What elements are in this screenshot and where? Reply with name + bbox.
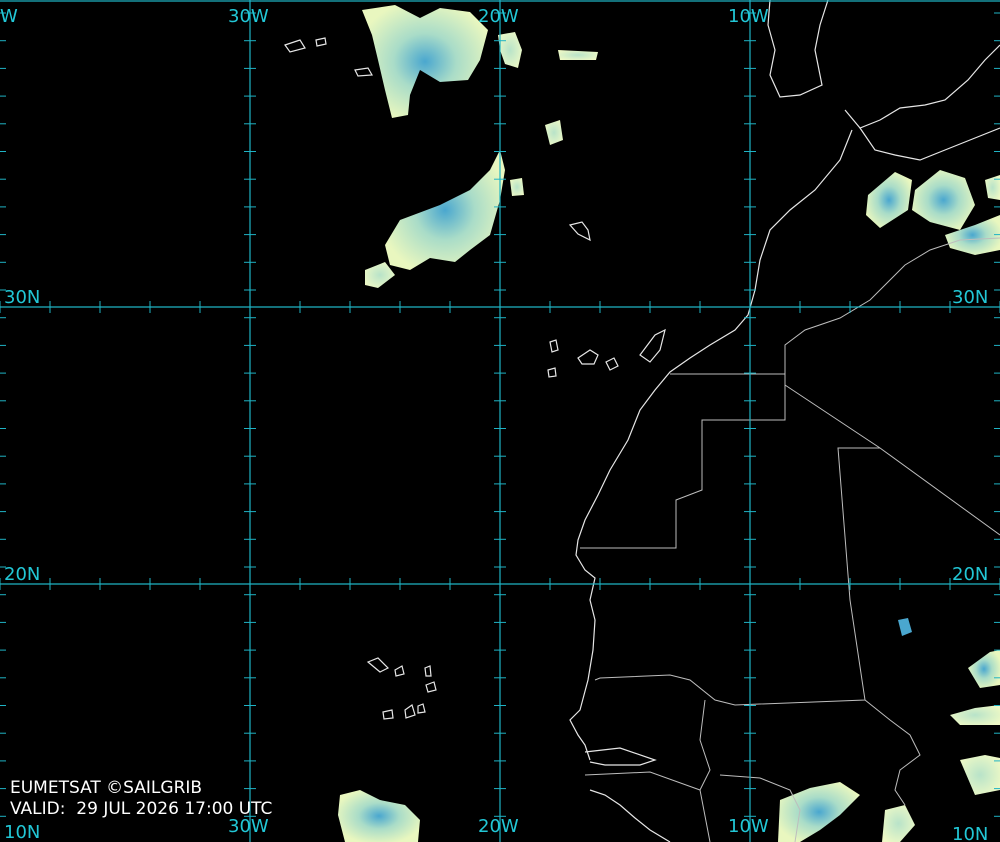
label-lon-bottom-20w: 20W: [478, 816, 519, 837]
cloud-mass-north-east: [498, 32, 522, 68]
label-lat-right-20n: 20N: [952, 564, 988, 585]
mali-east-border: [864, 699, 921, 806]
valid-label: VALID:: [10, 799, 66, 819]
valid-time-line: VALID: 29 JUL 2026 17:00 UTC: [10, 799, 272, 820]
mali-mauritania-border: [594, 447, 880, 706]
label-lat-left-30n: 30N: [4, 287, 40, 308]
cloud-atlas-1: [866, 172, 912, 228]
grid-labels: W 30W 20W 10W 30N 30N 20N 20N 10N 30W 20…: [0, 6, 988, 842]
cloud-south-west: [338, 790, 420, 842]
azores-3: [354, 67, 373, 77]
cape-verde-4: [425, 681, 437, 693]
cape-verde-2: [394, 665, 405, 677]
source-credit: EUMETSAT ©SAILGRIB: [10, 778, 203, 798]
label-lat-right-10n: 10N: [952, 824, 988, 842]
cloud-small-2: [510, 178, 524, 196]
label-lon-top-10w: 10W: [728, 6, 769, 27]
canary-island-5: [547, 367, 557, 378]
guinea-coast: [589, 789, 671, 842]
cloud-layer: [338, 5, 1000, 842]
madeira: [568, 221, 591, 242]
cloud-sahara-spot: [898, 618, 912, 636]
cloud-sahel-mid: [950, 705, 1000, 725]
cape-verde-5: [382, 709, 394, 720]
algeria-mauritania-border: [784, 384, 1000, 536]
gambia-river: [584, 747, 657, 766]
western-sahara-border: [580, 373, 786, 549]
cape-verde-6: [404, 704, 416, 719]
label-lat-right-30n: 30N: [952, 287, 988, 308]
north-africa-coast: [859, 127, 1000, 161]
iberia-coast: [767, 0, 829, 98]
cloud-small-3: [558, 50, 598, 60]
mediterranean-coast: [844, 44, 1000, 129]
azores-1: [284, 39, 306, 53]
label-lon-bottom-10w: 10W: [728, 816, 769, 837]
canary-island-3: [605, 357, 619, 371]
label-lat-left-20n: 20N: [4, 564, 40, 585]
senegal-guinea-border: [584, 771, 701, 791]
valid-datetime: 29 JUL 2026 17:00 UTC: [76, 799, 273, 819]
lat-lon-grid: [0, 0, 1000, 842]
cloud-sahel-east: [968, 650, 1000, 688]
coastline-layer: [284, 0, 1000, 842]
cloud-south-east-2: [882, 805, 915, 842]
label-lat-left-10n: 10N: [4, 822, 40, 842]
canary-island-4: [639, 328, 666, 363]
canary-island-1: [549, 339, 559, 353]
cape-verde-1: [366, 657, 390, 673]
cape-verde-3: [424, 665, 432, 677]
border-layer: [580, 237, 1000, 842]
label-lon-top-30w: 30W: [228, 6, 269, 27]
cloud-mass-central: [385, 150, 505, 270]
cape-verde-7: [417, 703, 426, 714]
cloud-mass-north: [362, 5, 488, 118]
image-credit: EUMETSAT ©SAILGRIB VALID: 29 JUL 2026 17…: [10, 778, 272, 820]
label-lon-top-w: W: [0, 6, 18, 27]
senegal-mali-border: [699, 699, 711, 842]
label-lon-top-20w: 20W: [478, 6, 519, 27]
azores-2: [315, 37, 327, 47]
cloud-atlas-2: [912, 170, 975, 230]
satellite-map: W 30W 20W 10W 30N 30N 20N 20N 10N 30W 20…: [0, 0, 1000, 842]
canary-island-2: [577, 349, 599, 365]
cloud-streak: [365, 262, 395, 288]
morocco-atlantic-coast: [569, 129, 853, 761]
cloud-small-1: [545, 120, 563, 145]
